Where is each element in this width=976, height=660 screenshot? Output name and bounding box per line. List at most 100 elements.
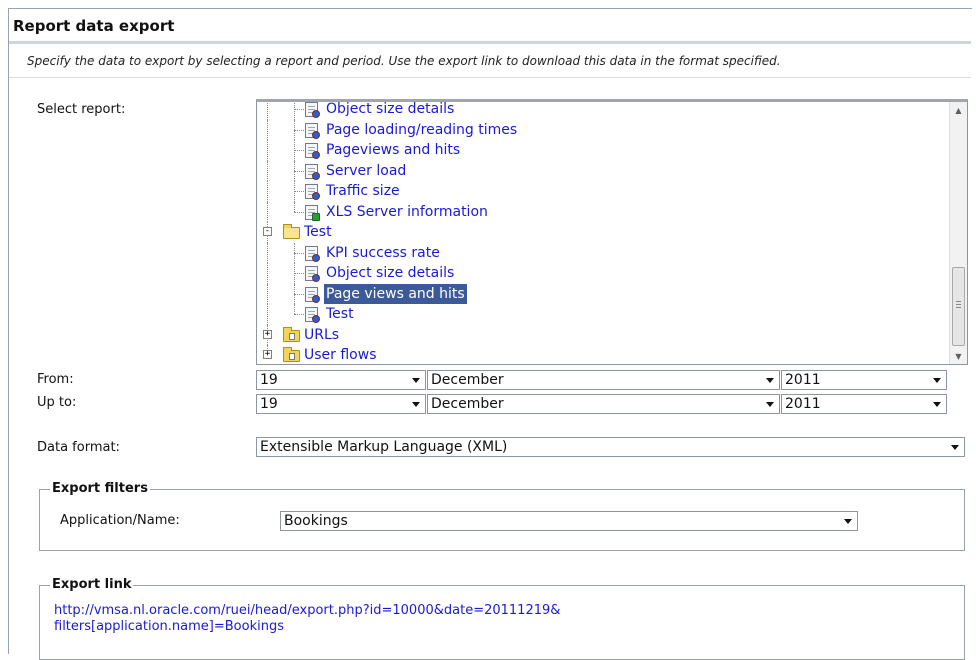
tree-item-label: Page loading/reading times — [326, 121, 518, 138]
upto-day-value: 19 — [260, 396, 278, 412]
tree-item[interactable]: Traffic size — [257, 181, 947, 202]
tree-branch-line — [294, 314, 304, 315]
tree-item[interactable]: Test — [257, 304, 947, 325]
from-month-select[interactable]: December — [427, 370, 780, 390]
scroll-thumb[interactable] — [952, 267, 965, 346]
tree-item[interactable]: XLS Server information — [257, 201, 947, 222]
application-name-select[interactable]: Bookings — [280, 511, 858, 531]
tree-item[interactable]: Object size details — [257, 263, 947, 284]
report-icon — [305, 266, 320, 282]
tree-item[interactable]: Pageviews and hits — [257, 140, 947, 161]
chevron-down-icon — [951, 445, 959, 450]
tree-branch-line — [294, 191, 304, 192]
from-year-select[interactable]: 2011 — [781, 370, 947, 390]
tree-item[interactable]: KPI success rate — [257, 242, 947, 263]
tree-item-label: KPI success rate — [326, 244, 440, 261]
chevron-down-icon — [933, 378, 941, 383]
upto-day-select[interactable]: 19 — [256, 394, 426, 414]
tree-branch-line — [294, 273, 304, 274]
tree-guide-line — [267, 102, 268, 120]
chevron-down-icon — [933, 402, 941, 407]
folder-icon — [283, 347, 300, 362]
tree-item[interactable]: Object size details — [257, 101, 947, 120]
tree-guide-line — [267, 181, 268, 202]
report-tree-content: Object size details Page loading/reading … — [257, 101, 947, 364]
tree-guide-line — [294, 201, 295, 212]
tree-scrollbar[interactable]: ▲ ▼ — [949, 102, 967, 364]
tree-branch-line — [294, 150, 304, 151]
from-year-value: 2011 — [785, 372, 821, 388]
tree-guide-line — [267, 304, 268, 325]
chevron-down-icon — [844, 519, 852, 524]
report-icon — [305, 184, 320, 200]
export-link-line-1: http://vmsa.nl.oracle.com/ruei/head/expo… — [54, 603, 561, 618]
tree-guide-line — [294, 304, 295, 314]
from-month-value: December — [431, 372, 504, 388]
chevron-down-icon — [766, 402, 774, 407]
folder-icon — [283, 326, 300, 342]
report-icon — [305, 245, 320, 262]
data-format-select[interactable]: Extensible Markup Language (XML) — [256, 437, 965, 457]
from-day-select[interactable]: 19 — [256, 370, 426, 390]
tree-item[interactable]: - Test — [257, 222, 947, 243]
tree-item-label: Page views and hits — [324, 283, 467, 304]
tree-item-label: Server load — [326, 162, 407, 179]
excel-report-icon — [305, 204, 320, 221]
tree-guide-line — [267, 140, 268, 161]
tree-item-label: XLS Server information — [326, 203, 488, 220]
tree-item[interactable]: Page views and hits — [257, 283, 947, 304]
application-name-value: Bookings — [284, 513, 348, 529]
data-format-label: Data format: — [37, 440, 120, 455]
tree-item-label: Object size details — [326, 101, 455, 117]
tree-branch-line — [294, 211, 304, 213]
tree-item[interactable]: Server load — [257, 160, 947, 181]
tree-item[interactable]: Page loading/reading times — [257, 119, 947, 140]
report-icon — [305, 307, 320, 323]
tree-item[interactable]: + URLs — [257, 324, 947, 345]
tree-item-label: Pageviews and hits — [326, 142, 461, 158]
expand-icon[interactable]: + — [263, 350, 272, 359]
application-name-label: Application/Name: — [60, 513, 180, 528]
tree-guide-line — [267, 160, 268, 181]
select-report-label: Select report: — [37, 102, 126, 117]
tree-item-label: Traffic size — [326, 183, 400, 199]
collapse-icon[interactable]: - — [263, 227, 272, 236]
tree-item[interactable]: + User flows — [257, 345, 947, 364]
tree-item-label: Object size details — [326, 265, 455, 281]
upto-month-value: December — [431, 396, 504, 412]
from-label: From: — [37, 372, 74, 387]
folder-open-icon — [283, 224, 300, 239]
export-link-legend: Export link — [50, 577, 134, 592]
tree-branch-line — [294, 293, 304, 295]
page-description: Specify the data to export by selecting … — [27, 54, 781, 68]
tree-guide-line — [267, 263, 268, 284]
report-icon — [305, 163, 320, 180]
report-icon — [305, 143, 320, 159]
report-tree[interactable]: Object size details Page loading/reading … — [256, 99, 968, 365]
upto-year-select[interactable]: 2011 — [781, 394, 947, 414]
upto-label: Up to: — [37, 395, 77, 410]
tree-guide-line — [267, 201, 268, 222]
tree-branch-line — [294, 109, 304, 110]
export-link-line-2: filters[application.name]=Bookings — [54, 619, 284, 634]
report-icon — [305, 286, 320, 303]
tree-branch-line — [294, 129, 304, 131]
export-filters-legend: Export filters — [50, 481, 150, 496]
report-icon — [305, 102, 320, 118]
scroll-down-arrow-icon[interactable]: ▼ — [950, 348, 967, 364]
tree-item-label: Test — [326, 306, 354, 322]
scroll-up-arrow-icon[interactable]: ▲ — [950, 102, 967, 119]
chevron-down-icon — [412, 402, 420, 407]
tree-item-label: URLs — [304, 326, 340, 343]
tree-item-label: Test — [304, 224, 332, 240]
page-title: Report data export — [13, 17, 175, 35]
header-bar: Report data export — [9, 9, 971, 44]
tree-guide-line — [267, 119, 268, 140]
expand-icon[interactable]: + — [263, 329, 272, 339]
tree-branch-line — [294, 252, 304, 254]
upto-month-select[interactable]: December — [427, 394, 780, 414]
tree-guide-line — [267, 242, 268, 263]
export-link[interactable]: http://vmsa.nl.oracle.com/ruei/head/expo… — [54, 603, 560, 635]
from-day-value: 19 — [260, 372, 278, 388]
tree-branch-line — [294, 170, 304, 172]
